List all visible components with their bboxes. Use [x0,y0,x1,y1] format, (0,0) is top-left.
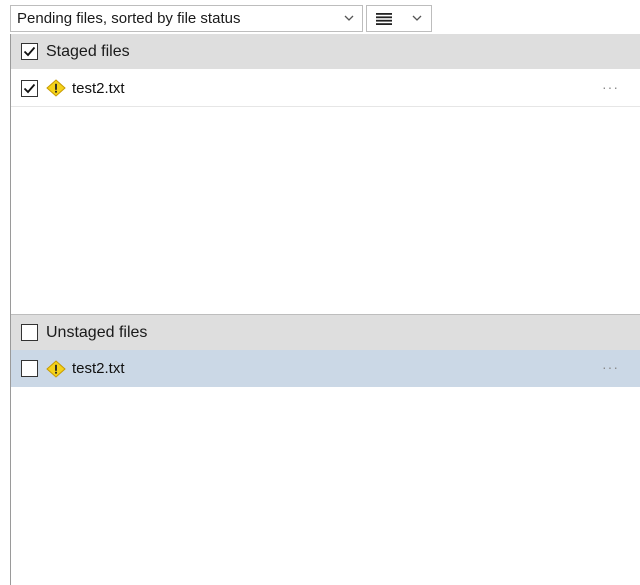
warning-icon [46,79,66,97]
list-lines-icon [376,11,398,27]
more-options-button[interactable]: ··· [602,360,619,374]
file-name: test2.txt [72,79,125,97]
source-control-pane: Pending files, sorted by file status Sta… [0,0,640,585]
staged-file-row[interactable]: test2.txt ··· [11,70,640,107]
staged-files-label: Staged files [46,42,130,60]
sort-mode-dropdown[interactable]: Pending files, sorted by file status [10,5,363,32]
sort-mode-label: Pending files, sorted by file status [17,10,241,27]
checkmark-icon [23,46,36,57]
pending-files-panel: Staged files test2.txt ··· Unstaged file… [10,34,640,585]
more-options-button[interactable]: ··· [602,80,619,94]
warning-icon [46,359,66,378]
unstaged-all-checkbox[interactable] [21,324,38,341]
unstaged-files-header[interactable]: Unstaged files [11,315,640,350]
chevron-down-icon [342,12,356,26]
unstaged-files-label: Unstaged files [46,323,148,341]
chevron-down-icon [410,12,424,26]
staged-files-header[interactable]: Staged files [11,34,640,69]
staged-file-checkbox[interactable] [21,79,38,97]
staged-all-checkbox[interactable] [21,43,38,60]
unstaged-file-checkbox[interactable] [21,360,38,377]
file-name: test2.txt [72,360,125,377]
view-options-dropdown[interactable] [366,5,432,32]
unstaged-file-row[interactable]: test2.txt ··· [11,350,640,387]
checkmark-icon [23,83,36,93]
toolbar: Pending files, sorted by file status [0,0,640,34]
